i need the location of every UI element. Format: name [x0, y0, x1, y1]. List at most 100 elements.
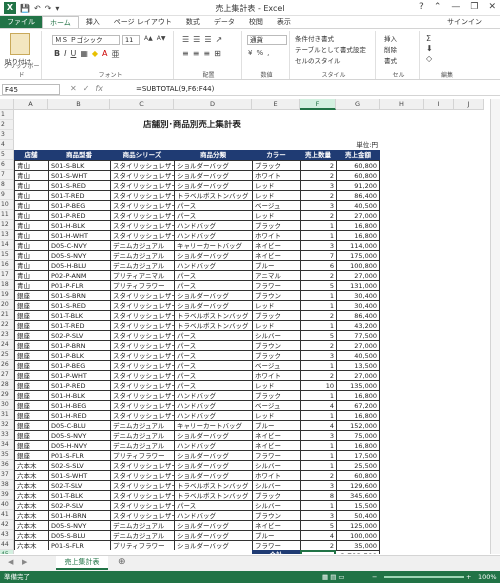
table-cell[interactable]: パース	[174, 280, 252, 290]
table-cell[interactable]: S01-H-BLK	[48, 220, 110, 230]
table-cell[interactable]: S01-H-BLK	[48, 390, 110, 400]
clear-icon[interactable]: ◇	[426, 54, 433, 63]
table-cell[interactable]: S01-S-BRN	[48, 290, 110, 300]
table-cell[interactable]: パース	[174, 380, 252, 390]
table-cell[interactable]: 35,000	[336, 540, 380, 550]
table-cell[interactable]: 16,800	[336, 440, 380, 450]
table-cell[interactable]: 六本木	[14, 520, 48, 530]
table-cell[interactable]: 27,000	[336, 210, 380, 220]
column-header[interactable]: H	[380, 99, 424, 110]
conditional-format-button[interactable]: 条件付き書式	[295, 33, 334, 43]
table-cell[interactable]: 3	[300, 180, 336, 190]
table-cell[interactable]: S02-P-SLV	[48, 330, 110, 340]
table-cell[interactable]: スタイリッシュレザー	[110, 490, 174, 500]
paste-icon[interactable]	[10, 33, 30, 55]
align-bottom-icon[interactable]: ☰	[204, 35, 211, 44]
table-cell[interactable]: パース	[174, 330, 252, 340]
table-cell[interactable]: S01-P-WHT	[48, 370, 110, 380]
table-cell[interactable]: S02-S-SLV	[48, 460, 110, 470]
row-header[interactable]: 6	[0, 160, 14, 170]
table-cell[interactable]: スタイリッシュレザー	[110, 380, 174, 390]
table-cell[interactable]: S01-S-BLK	[48, 160, 110, 170]
table-cell[interactable]: ショルダーバッグ	[174, 530, 252, 540]
total-quantity-cell[interactable]: 111	[300, 550, 336, 554]
table-cell[interactable]: ショルダーバッグ	[174, 180, 252, 190]
table-cell[interactable]: 86,400	[336, 310, 380, 320]
table-cell[interactable]: 129,600	[336, 480, 380, 490]
table-cell[interactable]: 銀座	[14, 300, 48, 310]
shrink-font-icon[interactable]: A▼	[157, 35, 166, 42]
table-cell[interactable]: ブラック	[252, 160, 300, 170]
table-cell[interactable]: S02-T-SLV	[48, 480, 110, 490]
table-cell[interactable]: 銀座	[14, 390, 48, 400]
table-cell[interactable]: 3	[300, 480, 336, 490]
table-cell[interactable]: 青山	[14, 180, 48, 190]
table-cell[interactable]: 43,200	[336, 320, 380, 330]
table-cell[interactable]: 15,500	[336, 500, 380, 510]
row-header[interactable]: 26	[0, 360, 14, 370]
enter-icon[interactable]: ✓	[83, 84, 90, 93]
table-cell[interactable]: D05-S-NVY	[48, 250, 110, 260]
row-header[interactable]: 17	[0, 270, 14, 280]
row-header[interactable]: 45	[0, 550, 14, 554]
table-cell[interactable]: 銀座	[14, 290, 48, 300]
table-cell[interactable]: 銀座	[14, 370, 48, 380]
table-cell[interactable]: シルバー	[252, 460, 300, 470]
format-cells-button[interactable]: 書式	[384, 55, 397, 65]
table-cell[interactable]: 六本木	[14, 530, 48, 540]
table-cell[interactable]: S01-P-BEG	[48, 200, 110, 210]
column-header[interactable]: B	[48, 99, 110, 110]
table-cell[interactable]: 1	[300, 500, 336, 510]
table-cell[interactable]: S01-S-WHT	[48, 470, 110, 480]
table-cell[interactable]: 5	[300, 280, 336, 290]
table-cell[interactable]: 27,000	[336, 270, 380, 280]
table-cell[interactable]: 青山	[14, 250, 48, 260]
row-header[interactable]: 27	[0, 370, 14, 380]
table-cell[interactable]: スタイリッシュレザー	[110, 360, 174, 370]
table-cell[interactable]: 67,200	[336, 400, 380, 410]
table-cell[interactable]: 1	[300, 450, 336, 460]
table-cell[interactable]: 銀座	[14, 440, 48, 450]
autosum-icon[interactable]: Σ	[426, 34, 433, 43]
table-cell[interactable]: 30,400	[336, 290, 380, 300]
table-cell[interactable]: ショルダーバッグ	[174, 160, 252, 170]
table-cell[interactable]: 2	[300, 190, 336, 200]
table-cell[interactable]: P01-S-FLR	[48, 450, 110, 460]
table-cell[interactable]: 青山	[14, 210, 48, 220]
table-cell[interactable]: 4	[300, 530, 336, 540]
table-cell[interactable]: ショルダーバッグ	[174, 450, 252, 460]
table-cell[interactable]: ハンドバッグ	[174, 230, 252, 240]
table-cell[interactable]: プリティフラワー	[110, 450, 174, 460]
table-cell[interactable]: 13,500	[336, 360, 380, 370]
table-cell[interactable]: スタイリッシュレザー	[110, 390, 174, 400]
align-middle-icon[interactable]: ☰	[193, 35, 200, 44]
table-cell[interactable]: S01-P-BEG	[48, 360, 110, 370]
table-cell[interactable]: スタイリッシュレザー	[110, 330, 174, 340]
table-cell[interactable]: 1	[300, 390, 336, 400]
table-cell[interactable]: S01-H-BRN	[48, 510, 110, 520]
table-cell[interactable]: 青山	[14, 200, 48, 210]
table-cell[interactable]: S01-S-RED	[48, 300, 110, 310]
table-cell[interactable]: P02-P-ANM	[48, 270, 110, 280]
table-cell[interactable]: レッド	[252, 380, 300, 390]
row-header[interactable]: 40	[0, 500, 14, 510]
table-cell[interactable]: スタイリッシュレザー	[110, 370, 174, 380]
table-cell[interactable]: 1	[300, 290, 336, 300]
table-cell[interactable]: 青山	[14, 280, 48, 290]
table-cell[interactable]: スタイリッシュレザー	[110, 400, 174, 410]
formula-input[interactable]: =SUBTOTAL(9,F6:F44)	[136, 85, 214, 93]
table-cell[interactable]: ショルダーバッグ	[174, 470, 252, 480]
table-cell[interactable]: スタイリッシュレザー	[110, 500, 174, 510]
table-cell[interactable]: 青山	[14, 240, 48, 250]
table-cell[interactable]: デニムカジュアル	[110, 530, 174, 540]
column-header[interactable]: G	[336, 99, 380, 110]
table-cell[interactable]: S01-S-WHT	[48, 170, 110, 180]
table-cell[interactable]: 16,800	[336, 220, 380, 230]
table-cell[interactable]: パース	[174, 270, 252, 280]
table-cell[interactable]: 6	[300, 260, 336, 270]
table-header-cell[interactable]: カラー	[252, 150, 300, 160]
insert-cells-button[interactable]: 挿入	[384, 33, 397, 43]
table-cell[interactable]: 1	[300, 360, 336, 370]
table-cell[interactable]: ネイビー	[252, 250, 300, 260]
table-cell[interactable]: S01-P-RED	[48, 380, 110, 390]
